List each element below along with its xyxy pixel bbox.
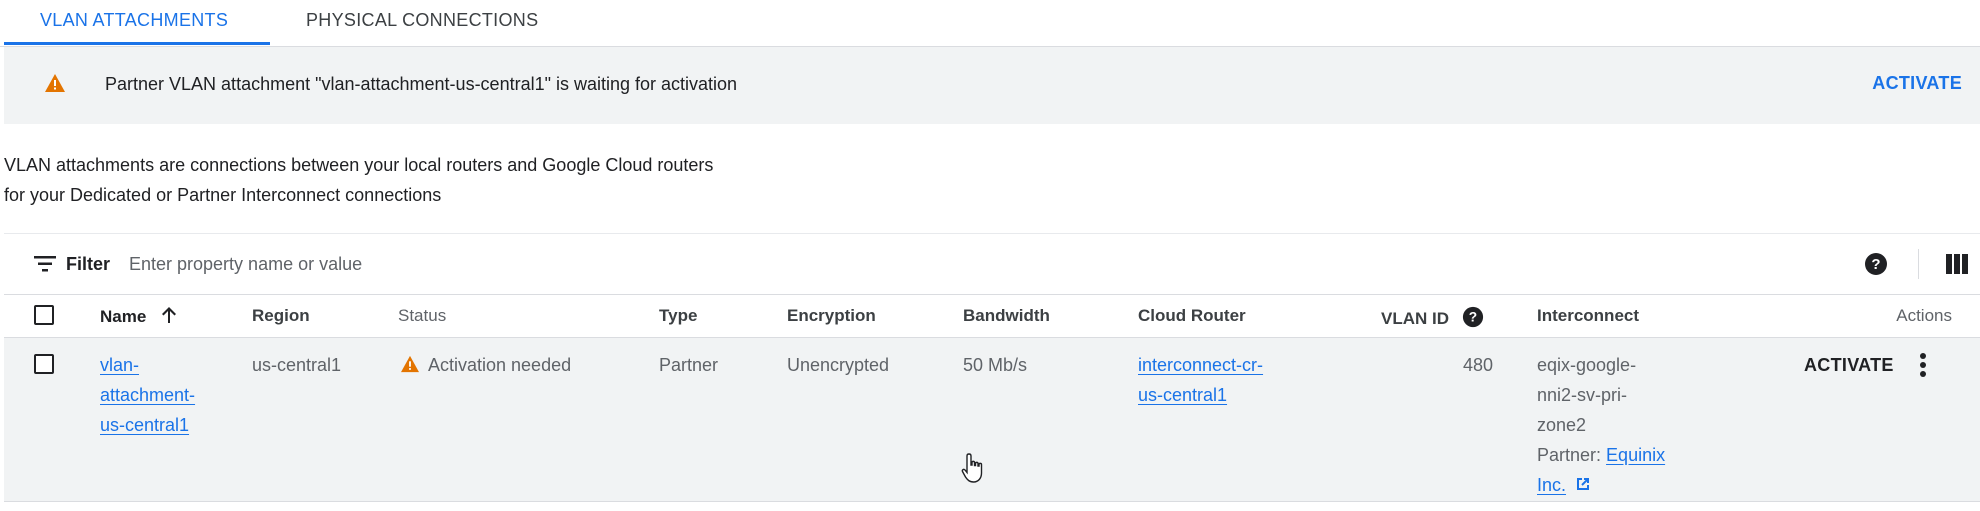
row-status: Activation needed xyxy=(400,350,571,382)
row-interconnect: eqix-google- nni2-sv-pri- zone2 Partner:… xyxy=(1537,350,1665,501)
row-vlan-id: 480 xyxy=(1462,355,1493,375)
partner-line: Inc. xyxy=(1537,470,1665,501)
row-encryption: Unencrypted xyxy=(787,355,890,375)
filter-input[interactable] xyxy=(129,249,1029,279)
column-header-name[interactable]: Name xyxy=(100,306,177,329)
cloud-router-line[interactable]: interconnect-cr- xyxy=(1138,350,1263,380)
column-header-type[interactable]: Type xyxy=(659,306,697,326)
select-all-checkbox[interactable] xyxy=(34,305,54,325)
external-link-icon[interactable] xyxy=(1575,471,1591,501)
interconnect-line: eqix-google- xyxy=(1537,355,1637,375)
row-bandwidth: 50 Mb/s xyxy=(963,355,1028,375)
row-name-line[interactable]: attachment- xyxy=(100,380,195,410)
row-name-line[interactable]: vlan- xyxy=(100,350,195,380)
partner-line: Partner: Equinix xyxy=(1537,440,1665,470)
interconnect-line: nni2-sv-pri- xyxy=(1537,385,1628,405)
hand-cursor-icon xyxy=(960,452,986,489)
more-vert-icon[interactable] xyxy=(1919,352,1927,383)
row-name-line[interactable]: us-central1 xyxy=(100,410,195,440)
row-name-link[interactable]: vlan- attachment- us-central1 xyxy=(100,350,195,440)
partner-link[interactable]: Equinix xyxy=(1606,445,1665,465)
partner-link[interactable]: Inc. xyxy=(1537,475,1566,495)
row-region: us-central1 xyxy=(252,355,342,375)
interconnect-line: zone2 xyxy=(1537,415,1587,435)
status-text: Activation needed xyxy=(428,355,572,375)
table-header: Name Region Status Type Encryption Bandw… xyxy=(4,294,1980,338)
status-warning-icon xyxy=(400,352,420,382)
column-header-name-label: Name xyxy=(100,306,147,326)
filter-label[interactable]: Filter xyxy=(66,254,110,275)
banner-message: Partner VLAN attachment "vlan-attachment… xyxy=(105,74,738,94)
warning-icon xyxy=(44,73,66,98)
svg-text:?: ? xyxy=(1871,256,1880,273)
active-tab-indicator xyxy=(4,42,270,45)
tab-vlan-attachments[interactable]: VLAN ATTACHMENTS xyxy=(40,0,228,46)
description-line-2: for your Dedicated or Partner Interconne… xyxy=(4,185,442,205)
tab-physical-connections[interactable]: PHYSICAL CONNECTIONS xyxy=(306,0,538,46)
page-description: VLAN attachments are connections between… xyxy=(4,150,713,210)
table-row[interactable]: vlan- attachment- us-central1 us-central… xyxy=(4,338,1980,502)
column-header-vlan-id-label: VLAN ID xyxy=(1381,308,1449,328)
svg-text:?: ? xyxy=(1469,310,1477,325)
banner-activate-button[interactable]: ACTIVATE xyxy=(1872,73,1962,94)
vlan-id-help-icon[interactable]: ? xyxy=(1462,306,1484,333)
sort-ascending-icon[interactable] xyxy=(161,306,177,329)
column-header-cloud-router[interactable]: Cloud Router xyxy=(1138,306,1246,326)
help-icon[interactable]: ? xyxy=(1864,252,1888,281)
column-header-actions: Actions xyxy=(1896,306,1952,325)
description-line-1: VLAN attachments are connections between… xyxy=(4,155,714,175)
row-type: Partner xyxy=(659,355,719,375)
column-header-interconnect[interactable]: Interconnect xyxy=(1537,306,1639,326)
activation-banner: Partner VLAN attachment "vlan-attachment… xyxy=(4,47,1980,124)
cloud-router-line[interactable]: us-central1 xyxy=(1138,380,1263,410)
filter-bar: Filter ? xyxy=(4,233,1980,295)
row-activate-button[interactable]: ACTIVATE xyxy=(1804,350,1894,380)
partner-label: Partner: xyxy=(1537,445,1602,465)
row-checkbox[interactable] xyxy=(34,354,54,374)
filter-icon[interactable] xyxy=(34,256,56,277)
column-header-region[interactable]: Region xyxy=(252,306,310,326)
column-header-bandwidth[interactable]: Bandwidth xyxy=(963,306,1050,326)
column-header-vlan-id[interactable]: VLAN ID ? xyxy=(1381,306,1484,333)
column-header-encryption[interactable]: Encryption xyxy=(787,306,876,326)
tab-bar: VLAN ATTACHMENTS PHYSICAL CONNECTIONS xyxy=(0,0,1980,47)
column-display-options-icon[interactable] xyxy=(1946,254,1968,279)
toolbar-divider xyxy=(1918,249,1919,279)
row-cloud-router-link[interactable]: interconnect-cr- us-central1 xyxy=(1138,350,1263,410)
column-header-status[interactable]: Status xyxy=(398,306,446,326)
